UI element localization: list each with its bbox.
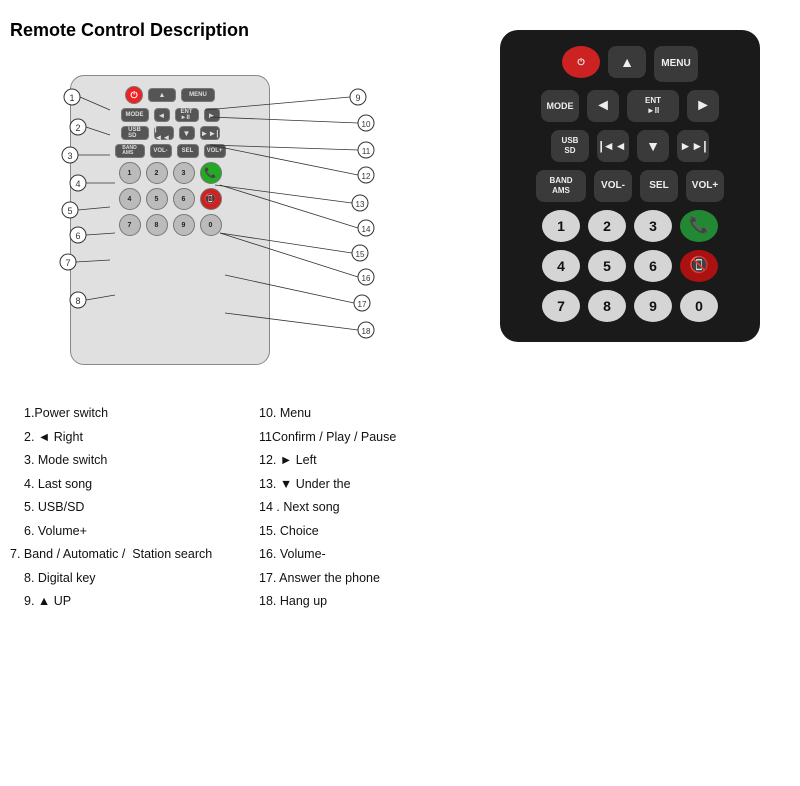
desc-item-14: 14 . Next song	[245, 499, 480, 517]
desc-item-11: 11Confirm / Play / Pause	[245, 429, 480, 447]
real-down-btn[interactable]: ▼	[637, 130, 669, 162]
diag-mode[interactable]: MODE	[121, 108, 149, 122]
diag-sel[interactable]: SEL	[177, 144, 199, 158]
desc-item-6: 6. Volume+	[10, 523, 245, 541]
desc-item-12: 12. ► Left	[245, 452, 480, 470]
real-ent-btn[interactable]: ENT►II	[627, 90, 679, 122]
diag-3[interactable]: 3	[173, 162, 195, 184]
svg-text:10: 10	[362, 120, 371, 129]
desc-item-13: 13. ▼ Under the	[245, 476, 480, 494]
desc-item-15: 15. Choice	[245, 523, 480, 541]
svg-text:15: 15	[356, 250, 365, 259]
real-volm-btn[interactable]: VOL-	[594, 170, 632, 202]
svg-text:13: 13	[356, 200, 365, 209]
real-volp-btn[interactable]: VOL+	[686, 170, 724, 202]
diag-0[interactable]: 0	[200, 214, 222, 236]
diag-call[interactable]: 📞	[200, 162, 222, 184]
diag-volm[interactable]: VOL-	[150, 144, 172, 158]
diag-prev[interactable]: |◄◄	[154, 126, 174, 140]
diag-menu[interactable]: MENU	[181, 88, 215, 102]
desc-item-5: 5. USB/SD	[10, 499, 245, 517]
diag-7[interactable]: 7	[119, 214, 141, 236]
desc-item-3: 3. Mode switch	[10, 452, 245, 470]
diag-right-arrow[interactable]: ►	[204, 108, 220, 122]
real-menu-btn[interactable]: MENU	[654, 46, 698, 82]
diag-1[interactable]: 1	[119, 162, 141, 184]
diagram-area: ⏻ ▲ MENU MODE ◄ ENT►II ► USBSD |◄◄ ▼ ►►|	[10, 55, 430, 395]
real-8-btn[interactable]: 8	[588, 290, 626, 322]
real-5-btn[interactable]: 5	[588, 250, 626, 282]
diag-volp[interactable]: VOL+	[204, 144, 226, 158]
svg-text:18: 18	[362, 327, 371, 336]
real-3-btn[interactable]: 3	[634, 210, 672, 242]
real-row-2: MODE ◄ ENT►II ►	[514, 90, 746, 122]
diag-next[interactable]: ►►|	[200, 126, 220, 140]
diag-ent[interactable]: ENT►II	[175, 108, 199, 122]
real-9-btn[interactable]: 9	[634, 290, 672, 322]
real-6-btn[interactable]: 6	[634, 250, 672, 282]
real-sel-btn[interactable]: SEL	[640, 170, 678, 202]
diag-2[interactable]: 2	[146, 162, 168, 184]
svg-text:17: 17	[358, 300, 367, 309]
real-4-btn[interactable]: 4	[542, 250, 580, 282]
svg-text:14: 14	[362, 225, 371, 234]
desc-item-18: 18. Hang up	[245, 593, 480, 611]
svg-text:16: 16	[362, 274, 371, 283]
real-up-btn[interactable]: ▲	[608, 46, 646, 78]
svg-text:11: 11	[362, 147, 371, 156]
real-band-btn[interactable]: BANDAMS	[536, 170, 586, 202]
real-7-btn[interactable]: 7	[542, 290, 580, 322]
real-mode-btn[interactable]: MODE	[541, 90, 579, 122]
desc-item-16: 16. Volume-	[245, 546, 480, 564]
left-panel: Remote Control Description ⏻ ▲ MENU MODE…	[10, 20, 480, 611]
desc-col-right: 10. Menu 11Confirm / Play / Pause 12. ► …	[245, 405, 480, 611]
real-0-btn[interactable]: 0	[680, 290, 718, 322]
diag-left-arrow[interactable]: ◄	[154, 108, 170, 122]
real-usbsd-btn[interactable]: USBSD	[551, 130, 589, 162]
desc-item-7: 7. Band / Automatic / Station search	[10, 546, 245, 564]
diag-4[interactable]: 4	[119, 188, 141, 210]
svg-text:9: 9	[355, 93, 360, 103]
svg-text:12: 12	[362, 172, 371, 181]
real-left-btn[interactable]: ◄	[587, 90, 619, 122]
desc-item-2: 2. ◄ Right	[10, 429, 245, 447]
diag-hang[interactable]: 📵	[200, 188, 222, 210]
desc-item-4: 4. Last song	[10, 476, 245, 494]
real-row-5: 1 2 3 📞	[514, 210, 746, 242]
real-prev-btn[interactable]: |◄◄	[597, 130, 629, 162]
diag-6[interactable]: 6	[173, 188, 195, 210]
diag-usbsd[interactable]: USBSD	[121, 126, 149, 140]
desc-item-17: 17. Answer the phone	[245, 570, 480, 588]
diag-down[interactable]: ▼	[179, 126, 195, 140]
right-panel: ⏻ ▲ MENU MODE ◄ ENT►II ► USBSD |◄◄ ▼ ►►|…	[490, 20, 770, 611]
diag-band[interactable]: BANDAMS	[115, 144, 145, 158]
desc-item-9: 9. ▲ UP	[10, 593, 245, 611]
desc-item-10: 10. Menu	[245, 405, 480, 423]
main-container: Remote Control Description ⏻ ▲ MENU MODE…	[0, 0, 800, 621]
description-section: 1.Power switch 2. ◄ Right 3. Mode switch…	[10, 405, 480, 611]
diag-up[interactable]: ▲	[148, 88, 176, 102]
real-next-btn[interactable]: ►►|	[677, 130, 709, 162]
desc-item-1: 1.Power switch	[10, 405, 245, 423]
real-2-btn[interactable]: 2	[588, 210, 626, 242]
page-title: Remote Control Description	[10, 20, 480, 41]
diag-5[interactable]: 5	[146, 188, 168, 210]
remote-diagram: ⏻ ▲ MENU MODE ◄ ENT►II ► USBSD |◄◄ ▼ ►►|	[70, 75, 270, 365]
diag-9[interactable]: 9	[173, 214, 195, 236]
real-call-btn[interactable]: 📞	[680, 210, 718, 242]
real-power-btn[interactable]: ⏻	[562, 46, 600, 78]
remote-real: ⏻ ▲ MENU MODE ◄ ENT►II ► USBSD |◄◄ ▼ ►►|…	[500, 30, 760, 342]
diag-power[interactable]: ⏻	[125, 86, 143, 104]
real-row-6: 4 5 6 📵	[514, 250, 746, 282]
real-end-btn[interactable]: 📵	[680, 250, 718, 282]
real-row-3: USBSD |◄◄ ▼ ►►|	[514, 130, 746, 162]
real-row-7: 7 8 9 0	[514, 290, 746, 322]
desc-item-8: 8. Digital key	[10, 570, 245, 588]
real-right-btn[interactable]: ►	[687, 90, 719, 122]
real-row-1: ⏻ ▲ MENU	[514, 46, 746, 82]
desc-col-left: 1.Power switch 2. ◄ Right 3. Mode switch…	[10, 405, 245, 611]
real-1-btn[interactable]: 1	[542, 210, 580, 242]
real-row-4: BANDAMS VOL- SEL VOL+	[514, 170, 746, 202]
diag-8[interactable]: 8	[146, 214, 168, 236]
